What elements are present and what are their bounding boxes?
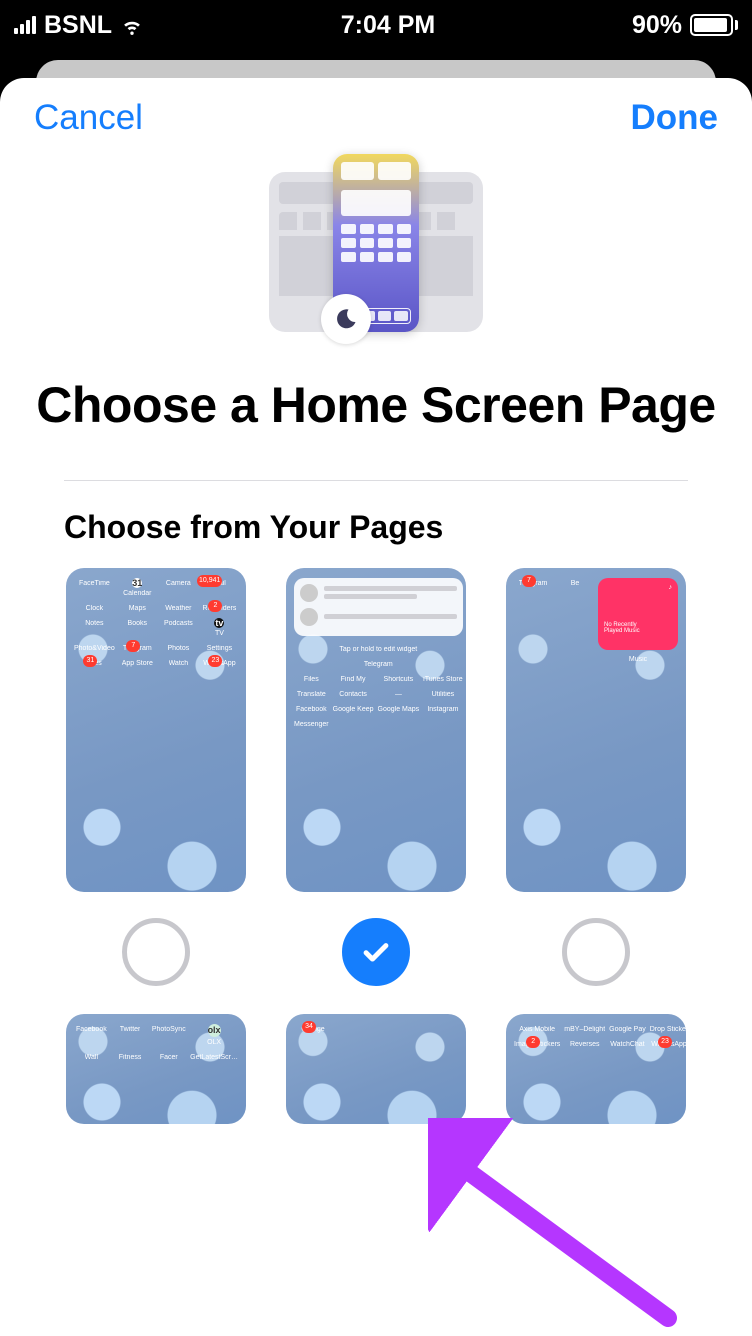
app-icon[interactable]: Wall bbox=[74, 1052, 109, 1063]
app-icon[interactable]: 34Orange bbox=[294, 1024, 332, 1035]
app-icon[interactable]: 7Telegram bbox=[119, 643, 156, 654]
hero-illustration bbox=[0, 148, 752, 362]
carrier-label: BSNL bbox=[44, 11, 112, 40]
battery-icon bbox=[690, 14, 738, 36]
app-icon[interactable]: 2Reminders bbox=[201, 603, 238, 614]
app-icon[interactable]: mBY–Delight bbox=[564, 1024, 605, 1035]
app-icon[interactable]: Podcasts bbox=[160, 618, 197, 639]
app-icon[interactable]: Clock bbox=[74, 603, 115, 614]
selector-row bbox=[0, 892, 752, 1014]
page-selector[interactable] bbox=[342, 918, 410, 986]
app-icon[interactable]: Settings bbox=[201, 643, 238, 654]
page-thumbnail[interactable]: Axis Mobile mBY–Delight Google Pay Drop Sti… bbox=[506, 1014, 686, 1124]
section-subtitle: Choose from Your Pages bbox=[0, 481, 752, 568]
app-icon[interactable]: GetLatestScr… bbox=[190, 1052, 238, 1063]
app-icon[interactable]: Instagram bbox=[423, 704, 462, 715]
modal-sheet: Cancel Done Choose a Home Screen Page Ch… bbox=[0, 78, 752, 1336]
app-icon[interactable]: Watch bbox=[160, 658, 197, 669]
app-icon[interactable]: Messenger bbox=[294, 719, 329, 730]
page-title: Choose a Home Screen Page bbox=[0, 362, 752, 480]
app-icon[interactable]: Books bbox=[119, 618, 156, 639]
app-icon[interactable]: Drop Sticker bbox=[650, 1024, 686, 1035]
app-icon[interactable]: Photo&Video bbox=[74, 643, 115, 654]
app-icon[interactable]: 10,941Mail bbox=[201, 578, 238, 599]
app-icon[interactable]: 23WhatsApp bbox=[201, 658, 238, 669]
app-icon[interactable]: Facer bbox=[151, 1052, 186, 1063]
app-icon[interactable]: 7Telegram bbox=[514, 578, 552, 650]
app-icon[interactable]: — bbox=[378, 689, 420, 700]
app-icon[interactable]: PhotoSync bbox=[151, 1024, 186, 1048]
app-icon[interactable]: Be bbox=[556, 578, 594, 650]
app-icon[interactable]: Axis Mobile bbox=[514, 1024, 560, 1035]
app-icon[interactable]: Utilities bbox=[423, 689, 462, 700]
app-icon[interactable]: Translate bbox=[294, 689, 329, 700]
done-button[interactable]: Done bbox=[631, 98, 719, 138]
app-icon[interactable]: Files bbox=[294, 674, 329, 685]
app-icon[interactable]: FaceTime bbox=[74, 578, 115, 599]
page-selector[interactable] bbox=[562, 918, 630, 986]
pages-grid: FaceTime31CalendarCamera10,941Mail Clock M… bbox=[0, 568, 752, 892]
app-icon[interactable]: olxOLX bbox=[190, 1024, 238, 1048]
app-icon[interactable]: Google Keep bbox=[333, 704, 374, 715]
app-icon[interactable]: Google Maps bbox=[378, 704, 420, 715]
app-icon[interactable]: Facebook bbox=[294, 704, 329, 715]
app-icon[interactable]: Photos bbox=[160, 643, 197, 654]
app-icon[interactable]: 31Files bbox=[74, 658, 115, 669]
app-icon[interactable]: App Store bbox=[119, 658, 156, 669]
page-thumbnail[interactable]: FaceTime31CalendarCamera10,941Mail Clock M… bbox=[66, 568, 246, 892]
signal-bars-icon bbox=[14, 16, 36, 34]
app-icon[interactable]: Shortcuts bbox=[378, 674, 420, 685]
wifi-icon bbox=[120, 13, 144, 37]
app-icon[interactable]: Fitness bbox=[113, 1052, 148, 1063]
cancel-button[interactable]: Cancel bbox=[34, 98, 143, 138]
checkmark-icon bbox=[359, 935, 393, 969]
page-selector[interactable] bbox=[122, 918, 190, 986]
app-icon[interactable]: WatchChat bbox=[609, 1039, 646, 1050]
app-icon[interactable]: Facebook bbox=[74, 1024, 109, 1048]
app-icon[interactable]: Reverses bbox=[564, 1039, 605, 1050]
page-thumbnail[interactable]: Tap or hold to edit widgetTelegramFilesF… bbox=[286, 568, 466, 892]
pages-grid-2: FacebookTwitterPhotoSyncolxOLX Wall Fitnes… bbox=[0, 1014, 752, 1124]
app-icon[interactable]: 31Calendar bbox=[119, 578, 156, 599]
page-thumbnail[interactable]: 7TelegramBe♪No RecentlyPlayed MusicMusic bbox=[506, 568, 686, 892]
app-icon[interactable]: Google Pay bbox=[609, 1024, 646, 1035]
app-icon[interactable]: Camera bbox=[160, 578, 197, 599]
app-icon[interactable]: Twitter bbox=[113, 1024, 148, 1048]
app-icon[interactable]: iTunes Store bbox=[423, 674, 462, 685]
clock-time: 7:04 PM bbox=[341, 11, 435, 40]
app-icon[interactable]: tvTV bbox=[201, 618, 238, 639]
annotation-arrow bbox=[428, 1118, 688, 1328]
status-bar: BSNL 7:04 PM 90% bbox=[0, 0, 752, 50]
app-icon[interactable]: Contacts bbox=[333, 689, 374, 700]
app-icon[interactable]: Notes bbox=[74, 618, 115, 639]
app-icon[interactable]: Maps bbox=[119, 603, 156, 614]
navbar: Cancel Done bbox=[0, 78, 752, 148]
app-icon[interactable]: Weather bbox=[160, 603, 197, 614]
app-icon[interactable]: 23WatchsApp bbox=[650, 1039, 686, 1050]
battery-percent: 90% bbox=[632, 11, 682, 40]
page-thumbnail[interactable]: 34Orange bbox=[286, 1014, 466, 1124]
app-icon[interactable]: Find My bbox=[333, 674, 374, 685]
moon-icon bbox=[321, 294, 371, 344]
app-icon[interactable]: 2Image Stickers bbox=[514, 1039, 560, 1050]
page-thumbnail[interactable]: FacebookTwitterPhotoSyncolxOLX Wall Fitnes… bbox=[66, 1014, 246, 1124]
